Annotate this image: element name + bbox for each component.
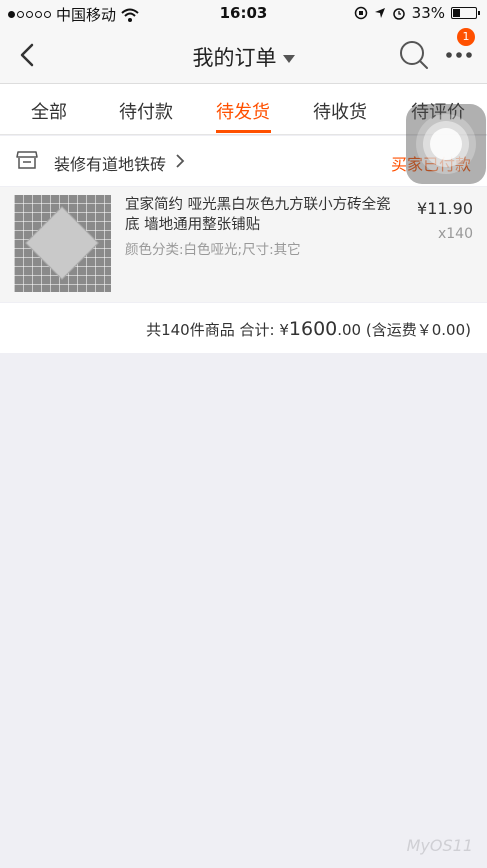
search-icon[interactable] [398, 39, 430, 71]
total-label: 合计: [239, 321, 275, 339]
assistive-touch-button[interactable] [406, 104, 486, 184]
battery-fill [453, 9, 461, 17]
notification-badge: 1 [457, 28, 475, 46]
product-quantity: x140 [437, 226, 473, 242]
chevron-down-icon [282, 55, 295, 63]
order-item[interactable]: 宜家简约 哑光黑白灰色九方联小方砖全瓷底 墙地通用整张铺贴 颜色分类:白色哑光;… [0, 187, 487, 302]
status-bar: 中国移动 16:03 33% [0, 0, 487, 28]
tab-all[interactable]: 全部 [31, 98, 67, 124]
chevron-right-icon [176, 154, 185, 168]
product-title: 宜家简约 哑光黑白灰色九方联小方砖全瓷底 墙地通用整张铺贴 [125, 197, 391, 233]
currency-symbol: ¥ [279, 321, 289, 339]
shop-name[interactable]: 装修有道地铁砖 [54, 151, 166, 175]
total-decimal: .00 [337, 321, 362, 339]
tab-pending-payment[interactable]: 待付款 [119, 98, 173, 124]
total-amount: 1600 [288, 318, 338, 340]
tab-pending-receipt[interactable]: 待收货 [313, 98, 367, 124]
product-thumbnail[interactable] [14, 195, 111, 292]
navigation-bar: 我的订单 [0, 28, 487, 84]
location-icon [374, 8, 385, 18]
active-tab-indicator [216, 130, 271, 133]
alarm-icon [392, 8, 405, 20]
page-title-text: 我的订单 [192, 46, 277, 70]
summary-line: 共140件商品 合计: ¥1600.00 (含运费￥0.00) [146, 318, 471, 340]
assistive-ring [430, 128, 462, 160]
order-summary: 共140件商品 合计: ¥1600.00 (含运费￥0.00) [0, 303, 487, 353]
more-options-icon[interactable] [444, 45, 474, 65]
battery-percent: 33% [411, 4, 445, 22]
item-count: 共140件商品 [146, 321, 235, 339]
tile-image [25, 206, 99, 280]
store-icon [16, 151, 38, 169]
watermark-logo: MyOS11 [406, 836, 473, 855]
product-price: ¥11.90 [417, 199, 473, 218]
orientation-lock-icon [354, 6, 367, 20]
status-right: 33% [354, 4, 480, 22]
battery-icon [451, 7, 480, 19]
product-sku: 颜色分类:白色哑光;尺寸:其它 [125, 242, 301, 258]
shipping-fee: (含运费￥0.00) [365, 321, 471, 339]
tab-pending-shipment[interactable]: 待发货 [216, 98, 270, 124]
